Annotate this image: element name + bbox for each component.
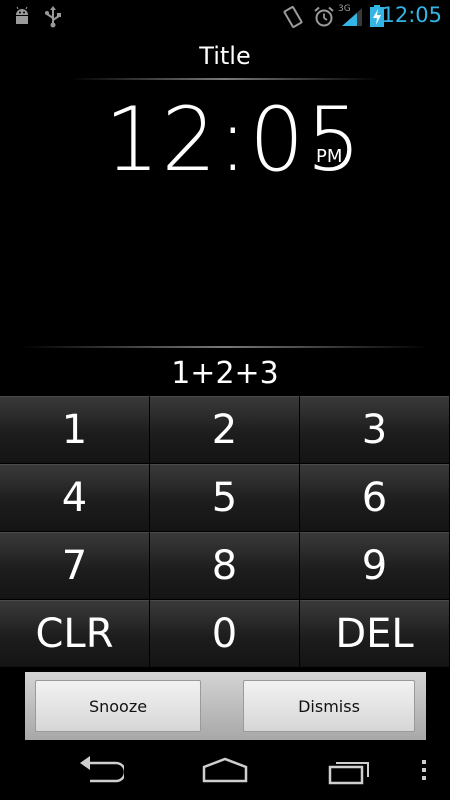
status-time: 12:05	[381, 3, 442, 27]
snooze-button[interactable]: Snooze	[35, 680, 201, 732]
key-delete[interactable]: DEL	[300, 600, 450, 668]
key-3[interactable]: 3	[300, 396, 450, 464]
back-icon[interactable]	[78, 755, 127, 791]
key-6[interactable]: 6	[300, 464, 450, 532]
signal-icon	[340, 6, 364, 32]
home-icon[interactable]	[200, 757, 250, 787]
key-7[interactable]: 7	[0, 532, 150, 600]
android-debug-icon	[12, 6, 32, 30]
rotation-lock-icon	[282, 6, 304, 32]
key-5[interactable]: 5	[150, 464, 300, 532]
key-0[interactable]: 0	[150, 600, 300, 668]
clock-ampm: PM	[316, 146, 343, 167]
key-8[interactable]: 8	[150, 532, 300, 600]
key-clear[interactable]: CLR	[0, 600, 150, 668]
clock-time: 12:05	[104, 88, 363, 191]
title-divider	[70, 78, 380, 80]
dismiss-button[interactable]: Dismiss	[243, 680, 415, 732]
key-4[interactable]: 4	[0, 464, 150, 532]
alarm-icon	[313, 6, 335, 32]
key-9[interactable]: 9	[300, 532, 450, 600]
overflow-menu-icon[interactable]	[420, 759, 428, 785]
expression-divider	[20, 346, 430, 348]
key-2[interactable]: 2	[150, 396, 300, 464]
key-1[interactable]: 1	[0, 396, 150, 464]
usb-icon	[44, 6, 62, 32]
math-expression: 1+2+3	[171, 356, 279, 391]
action-panel: Snooze Dismiss	[25, 672, 426, 740]
alarm-title: Title	[199, 42, 251, 70]
recent-apps-icon[interactable]	[326, 755, 374, 791]
navigation-bar	[0, 745, 450, 800]
status-bar: 3G 12:05	[0, 0, 450, 33]
keypad: 1 2 3 4 5 6 7 8 9 CLR 0 DEL	[0, 396, 450, 668]
